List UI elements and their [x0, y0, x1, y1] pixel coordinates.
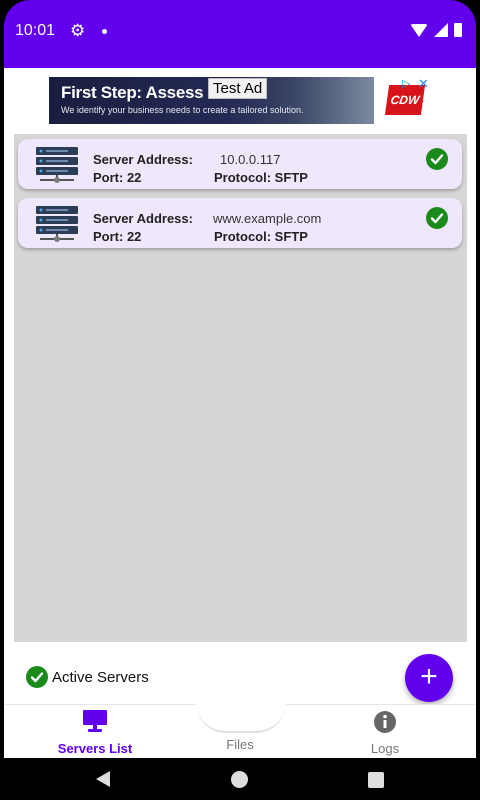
server-port: Port: 22: [93, 229, 142, 244]
wifi-icon: [410, 23, 428, 37]
info-icon: [325, 709, 445, 735]
phone-frame: 10:01 ⚙ First Step: Assess We identify y…: [4, 0, 476, 800]
servers-list[interactable]: Server Address: 10.0.0.117 Port: 22 Prot…: [14, 134, 467, 642]
server-address-value: www.example.com: [213, 211, 322, 226]
cell-signal-icon: [434, 23, 448, 37]
active-check-icon: [26, 666, 48, 688]
nav-label: Servers List: [57, 741, 133, 756]
ad-subtext: We identify your business needs to creat…: [61, 105, 304, 115]
home-icon[interactable]: [231, 771, 248, 788]
notification-dot-icon: [102, 29, 107, 34]
server-address-label: Server Address:: [93, 211, 193, 226]
ad-image[interactable]: First Step: Assess We identify your busi…: [49, 77, 374, 124]
active-check-icon: [426, 207, 448, 229]
ad-close-icon[interactable]: ✕: [418, 77, 429, 92]
active-check-icon: [426, 148, 448, 170]
gear-icon: ⚙: [70, 21, 86, 40]
back-icon[interactable]: [96, 771, 110, 787]
ad-choices-icon[interactable]: ▷: [402, 77, 410, 90]
recent-apps-icon[interactable]: [368, 772, 384, 788]
app-screen: First Step: Assess We identify your busi…: [4, 68, 476, 758]
status-indicators: [410, 23, 462, 37]
server-address-label: Server Address:: [93, 152, 193, 167]
nav-label: Logs: [370, 741, 400, 756]
server-icon: [36, 147, 78, 183]
monitor-icon: [35, 709, 155, 735]
server-address-value: 10.0.0.117: [220, 152, 281, 167]
add-server-button[interactable]: +: [405, 654, 453, 702]
bottom-navigation: Servers List Files Logs: [4, 703, 476, 758]
nav-notch: [196, 703, 286, 733]
active-servers-legend: Active Servers: [26, 666, 149, 688]
server-card[interactable]: Server Address: www.example.com Port: 22…: [18, 198, 462, 248]
server-protocol: Protocol: SFTP: [214, 229, 308, 244]
nav-item-logs[interactable]: Logs: [325, 709, 445, 756]
battery-icon: [454, 23, 462, 37]
server-protocol: Protocol: SFTP: [214, 170, 308, 185]
nav-item-files[interactable]: Files: [180, 737, 300, 752]
status-time: 10:01: [15, 22, 56, 39]
test-ad-badge: Test Ad: [208, 78, 268, 99]
server-card[interactable]: Server Address: 10.0.0.117 Port: 22 Prot…: [18, 139, 462, 189]
nav-label: Files: [226, 737, 254, 752]
active-servers-label: Active Servers: [52, 668, 149, 686]
server-port: Port: 22: [93, 170, 142, 185]
ad-headline: First Step: Assess: [61, 83, 204, 102]
system-navigation-bar: [4, 758, 476, 800]
ad-banner[interactable]: First Step: Assess We identify your busi…: [49, 77, 431, 124]
status-bar: 10:01 ⚙: [4, 0, 476, 68]
nav-item-servers-list[interactable]: Servers List: [35, 709, 155, 756]
server-icon: [36, 206, 78, 242]
